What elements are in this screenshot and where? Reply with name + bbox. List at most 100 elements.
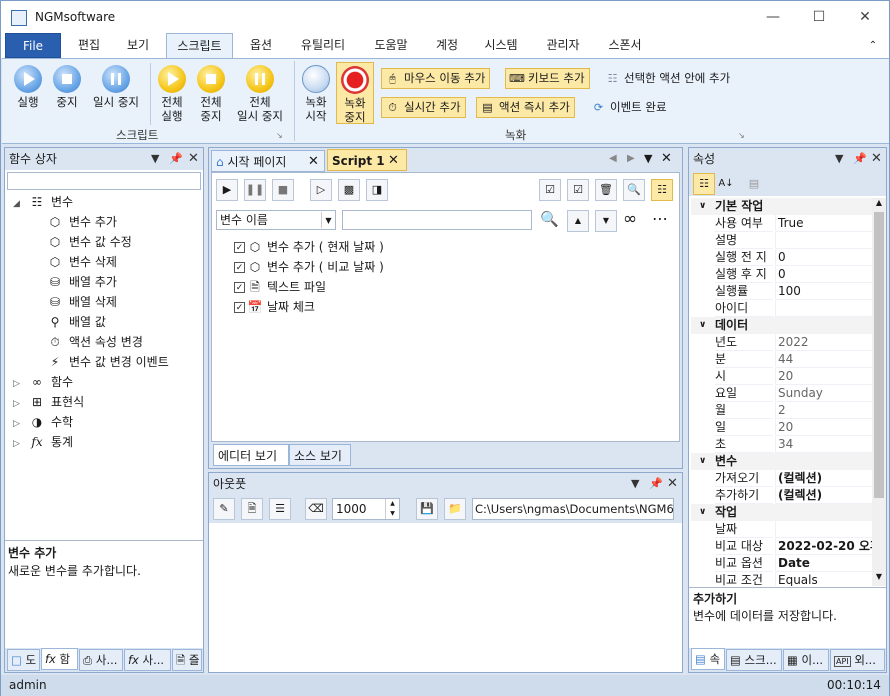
property-row[interactable]: 비교 옵션 Date bbox=[691, 555, 872, 572]
tree-item-add-variable[interactable]: ⬡ 변수 추가 bbox=[47, 212, 117, 232]
property-row[interactable]: 날짜 bbox=[691, 521, 872, 538]
eraser-icon[interactable]: ⌫ bbox=[305, 498, 327, 520]
dropdown-icon[interactable]: ▼ bbox=[835, 148, 843, 170]
property-row[interactable]: 설명 bbox=[691, 232, 872, 249]
property-value[interactable] bbox=[775, 521, 872, 538]
property-row[interactable]: 아이디 bbox=[691, 300, 872, 317]
tab-system[interactable]: 시스템 bbox=[475, 33, 527, 58]
property-scrollbar[interactable]: ▲ ▼ bbox=[872, 198, 886, 586]
property-value[interactable]: 2022-02-20 오후 bbox=[775, 538, 872, 555]
tab-external-api[interactable]: API 외... bbox=[830, 649, 885, 671]
close-panel-icon[interactable]: ✕ bbox=[667, 473, 678, 495]
tab-script-explorer[interactable]: ▤ 스크... bbox=[726, 649, 782, 671]
find-button[interactable]: 🔍 bbox=[623, 179, 645, 201]
property-value[interactable]: 44 bbox=[775, 351, 872, 368]
property-row[interactable]: 초 34 bbox=[691, 436, 872, 453]
delete-button[interactable]: 🗑 bbox=[595, 179, 617, 201]
property-category[interactable]: ∨ 변수 bbox=[691, 453, 872, 470]
maximize-button[interactable]: ☐ bbox=[805, 5, 833, 29]
property-value[interactable]: 20 bbox=[775, 419, 872, 436]
checkbox[interactable]: ✓ bbox=[234, 242, 245, 253]
stop-button[interactable]: 중지 bbox=[47, 65, 87, 109]
property-value[interactable]: Date bbox=[775, 555, 872, 572]
tree-item-edit-variable[interactable]: ⬡ 변수 값 수정 bbox=[47, 232, 132, 252]
property-value[interactable]: 2022 bbox=[775, 334, 872, 351]
property-row[interactable]: 분 44 bbox=[691, 351, 872, 368]
pin-icon[interactable]: 📌 bbox=[169, 148, 183, 170]
close-editor-icon[interactable]: ✕ bbox=[661, 151, 672, 166]
property-row[interactable]: 실행 전 지0 bbox=[691, 249, 872, 266]
tree-item-array-value[interactable]: ⚲ 배열 값 bbox=[47, 312, 106, 332]
property-pages-icon[interactable]: ▤ bbox=[743, 173, 765, 195]
pause-all-button[interactable]: 전체 일시 중지 bbox=[231, 65, 289, 123]
add-in-selected-action-button[interactable]: ☷ 선택한 액션 안에 추가 bbox=[601, 68, 735, 89]
folder-icon[interactable]: 📁 bbox=[444, 498, 466, 520]
run-button[interactable]: 실행 bbox=[8, 65, 48, 109]
pin-icon[interactable]: 📌 bbox=[649, 473, 663, 495]
close-button[interactable]: ✕ bbox=[851, 5, 879, 29]
script-item[interactable]: ✓ ⬡ 변수 추가 ( 비교 날짜 ) bbox=[234, 257, 384, 277]
move-up-button[interactable]: ▲ bbox=[567, 210, 589, 232]
tab-editor-view[interactable]: 에디터 보기 bbox=[213, 444, 289, 466]
pin-icon[interactable]: 📌 bbox=[853, 148, 867, 170]
property-value[interactable] bbox=[775, 300, 872, 317]
scroll-right-icon[interactable]: ▶ bbox=[627, 153, 635, 164]
tree-node-variables[interactable]: ◢ ☷ 변수 bbox=[13, 192, 73, 212]
checkbox[interactable]: ✓ bbox=[234, 302, 245, 313]
filter-select[interactable]: 변수 이름 ▼ bbox=[216, 210, 336, 230]
property-row[interactable]: 가져오기 (컬렉션) bbox=[691, 470, 872, 487]
filter-input[interactable] bbox=[342, 210, 532, 230]
dropdown-icon[interactable]: ▼ bbox=[631, 473, 639, 495]
collapse-arrow-icon[interactable]: ∨ bbox=[699, 453, 706, 470]
tab-help[interactable]: 도움말 bbox=[363, 33, 419, 58]
scroll-left-icon[interactable]: ◀ bbox=[609, 153, 617, 164]
move-down-button[interactable]: ▼ bbox=[595, 210, 617, 232]
script-item[interactable]: ✓ 📅 날짜 체크 bbox=[234, 297, 315, 317]
more-options-icon[interactable]: ⋯ bbox=[652, 209, 668, 228]
tab-utility[interactable]: 유틸리티 bbox=[291, 33, 355, 58]
output-content[interactable] bbox=[211, 525, 680, 671]
record-group-launcher-icon[interactable]: ↘ bbox=[738, 131, 745, 140]
dropdown-icon[interactable]: ▼ bbox=[151, 148, 159, 170]
tab-start-page[interactable]: ⌂ 시작 페이지 ✕ bbox=[211, 150, 325, 172]
tree-node-functions[interactable]: ▷ ∞ 함수 bbox=[13, 372, 73, 392]
scroll-down-icon[interactable]: ▼ bbox=[873, 572, 885, 581]
property-value[interactable]: 100 bbox=[775, 283, 872, 300]
clear-formatting-icon[interactable]: ✎ bbox=[213, 498, 235, 520]
script-group-launcher-icon[interactable]: ↘ bbox=[276, 131, 283, 140]
property-value[interactable]: Sunday bbox=[775, 385, 872, 402]
tree-item-delete-variable[interactable]: ⬡ 변수 삭제 bbox=[47, 252, 117, 272]
property-category[interactable]: ∨ 데이터 bbox=[691, 317, 872, 334]
tab-sponsor[interactable]: 스폰서 bbox=[599, 33, 651, 58]
collapse-ribbon-icon[interactable]: ⌃ bbox=[863, 33, 883, 58]
script-item[interactable]: ✓ 🗎 텍스트 파일 bbox=[234, 277, 326, 297]
property-value[interactable]: Equals bbox=[775, 572, 872, 586]
tab-list-icon[interactable]: ▼ bbox=[644, 152, 652, 165]
close-tab-icon[interactable]: ✕ bbox=[308, 151, 319, 173]
tree-item-delete-array[interactable]: ⛁ 배열 삭제 bbox=[47, 292, 117, 312]
run-script-button[interactable]: ▶ bbox=[216, 179, 238, 201]
property-row[interactable]: 실행 후 지0 bbox=[691, 266, 872, 283]
add-mouse-move-button[interactable]: 🖰 마우스 이동 추가 bbox=[381, 68, 491, 89]
checkbox[interactable]: ✓ bbox=[234, 282, 245, 293]
run-selected-button[interactable]: ▩ bbox=[338, 179, 360, 201]
scrollbar-thumb[interactable] bbox=[874, 212, 884, 498]
collapse-arrow-icon[interactable]: ∨ bbox=[699, 317, 706, 334]
tree-node-expressions[interactable]: ▷ ⊞ 표현식 bbox=[13, 392, 84, 412]
categorized-icon[interactable]: ☷ bbox=[693, 173, 715, 195]
tree-view-button[interactable]: ☷ bbox=[651, 179, 673, 201]
add-action-now-button[interactable]: ▤ 액션 즉시 추가 bbox=[476, 97, 575, 118]
tree-item-change-action-property[interactable]: ⏱ 액션 속성 변경 bbox=[47, 332, 143, 352]
property-value[interactable]: True bbox=[775, 215, 872, 232]
close-panel-icon[interactable]: ✕ bbox=[188, 148, 199, 170]
minimize-button[interactable]: — bbox=[759, 5, 787, 29]
property-row[interactable]: 실행률 100 bbox=[691, 283, 872, 300]
property-category[interactable]: ∨ 작업 bbox=[691, 504, 872, 521]
list-icon[interactable]: ☰ bbox=[269, 498, 291, 520]
property-value[interactable]: 2 bbox=[775, 402, 872, 419]
property-row[interactable]: 비교 조건 Equals bbox=[691, 572, 872, 586]
sort-alpha-icon[interactable]: A↓ bbox=[715, 173, 737, 195]
loop-icon[interactable]: ∞ bbox=[623, 209, 637, 229]
close-tab-icon[interactable]: ✕ bbox=[388, 150, 399, 172]
tab-source-view[interactable]: 소스 보기 bbox=[289, 444, 351, 466]
